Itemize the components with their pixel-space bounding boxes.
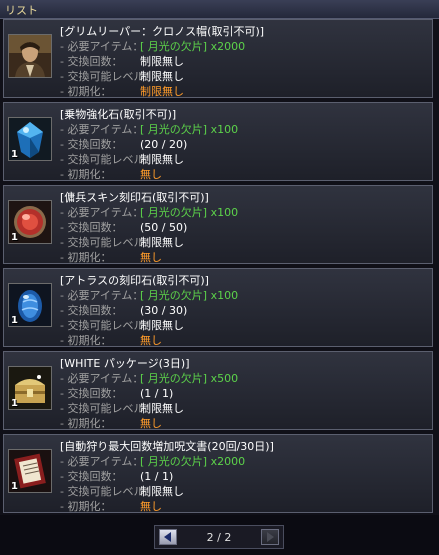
list-item[interactable]: 1 [アトラスの刻印石(取引不可)] - 必要アイテム：[ 月光の欠片] x10…	[3, 268, 433, 347]
required-label: - 必要アイテム：	[60, 40, 144, 53]
portrait-icon[interactable]	[8, 34, 52, 78]
required-label: - 必要アイテム：	[60, 289, 144, 302]
init-value: 制限無し	[140, 85, 184, 98]
count-label: - 交換回数：	[60, 387, 123, 400]
required-value: [ 月光の欠片] x100	[140, 123, 239, 136]
init-value: 無し	[140, 251, 162, 264]
level-value: 制限無し	[140, 402, 184, 415]
arrow-right-icon	[267, 532, 274, 542]
arrow-left-icon	[164, 532, 171, 542]
init-label: - 初期化：	[60, 417, 112, 430]
list-title: リスト	[5, 4, 38, 17]
count-value: (1 / 1)	[140, 470, 174, 483]
count-value: (1 / 1)	[140, 387, 174, 400]
level-label: - 交換可能レベル：	[60, 153, 156, 166]
init-value: 無し	[140, 334, 162, 347]
scroll-book-icon[interactable]: 1	[8, 449, 52, 493]
init-label: - 初期化：	[60, 168, 112, 181]
required-label: - 必要アイテム：	[60, 206, 144, 219]
required-label: - 必要アイテム：	[60, 372, 144, 385]
count-label: - 交換回数：	[60, 55, 123, 68]
list-item[interactable]: 1 [WHITE パッケージ(3日)] - 必要アイテム：[ 月光の欠片] x5…	[3, 351, 433, 430]
item-quantity: 1	[11, 481, 18, 492]
count-value: (50 / 50)	[140, 221, 188, 234]
item-quantity: 1	[11, 398, 18, 409]
pagination: 2 / 2	[154, 525, 284, 549]
init-value: 無し	[140, 500, 162, 513]
init-label: - 初期化：	[60, 500, 112, 513]
required-label: - 必要アイテム：	[60, 123, 144, 136]
count-value: (30 / 30)	[140, 304, 188, 317]
treasure-chest-icon[interactable]: 1	[8, 366, 52, 410]
list-item[interactable]: 1 [乗物強化石(取引不可)] - 必要アイテム：[ 月光の欠片] x100 -…	[3, 102, 433, 181]
level-label: - 交換可能レベル：	[60, 236, 156, 249]
init-value: 無し	[140, 168, 162, 181]
level-label: - 交換可能レベル：	[60, 319, 156, 332]
required-value: [ 月光の欠片] x2000	[140, 455, 246, 468]
list-item[interactable]: 1 [自動狩り最大回数増加呪文書(20回/30日)] - 必要アイテム：[ 月光…	[3, 434, 433, 513]
item-name: [傭兵スキン刻印石(取引不可)]	[60, 191, 209, 204]
list-item[interactable]: [グリムリーパー：クロノス帽(取引不可)] - 必要アイテム：[ 月光の欠片] …	[3, 19, 433, 98]
prev-page-button[interactable]	[159, 529, 177, 545]
red-stone-icon[interactable]: 1	[8, 200, 52, 244]
init-value: 無し	[140, 417, 162, 430]
level-value: 制限無し	[140, 319, 184, 332]
init-label: - 初期化：	[60, 85, 112, 98]
count-label: - 交換回数：	[60, 470, 123, 483]
required-label: - 必要アイテム：	[60, 455, 144, 468]
item-name: [乗物強化石(取引不可)]	[60, 108, 177, 121]
level-label: - 交換可能レベル：	[60, 402, 156, 415]
count-label: - 交換回数：	[60, 304, 123, 317]
level-value: 制限無し	[140, 485, 184, 498]
item-name: [アトラスの刻印石(取引不可)]	[60, 274, 209, 287]
init-label: - 初期化：	[60, 334, 112, 347]
item-quantity: 1	[11, 232, 18, 243]
item-name: [WHITE パッケージ(3日)]	[60, 357, 190, 370]
item-quantity: 1	[11, 315, 18, 326]
level-value: 制限無し	[140, 236, 184, 249]
next-page-button[interactable]	[261, 529, 279, 545]
item-quantity: 1	[11, 149, 18, 160]
count-value: (20 / 20)	[140, 138, 188, 151]
required-value: [ 月光の欠片] x100	[140, 289, 239, 302]
required-value: [ 月光の欠片] x2000	[140, 40, 246, 53]
count-label: - 交換回数：	[60, 138, 123, 151]
blue-gem-icon[interactable]: 1	[8, 117, 52, 161]
level-label: - 交換可能レベル：	[60, 70, 156, 83]
list-header: リスト	[0, 0, 439, 19]
level-value: 制限無し	[140, 70, 184, 83]
list-item[interactable]: 1 [傭兵スキン刻印石(取引不可)] - 必要アイテム：[ 月光の欠片] x10…	[3, 185, 433, 264]
count-label: - 交換回数：	[60, 221, 123, 234]
init-label: - 初期化：	[60, 251, 112, 264]
required-value: [ 月光の欠片] x100	[140, 206, 239, 219]
blue-egg-icon[interactable]: 1	[8, 283, 52, 327]
item-name: [グリムリーパー：クロノス帽(取引不可)]	[60, 25, 265, 38]
count-value: 制限無し	[140, 55, 184, 68]
page-indicator: 2 / 2	[206, 531, 232, 544]
level-value: 制限無し	[140, 153, 184, 166]
required-value: [ 月光の欠片] x500	[140, 372, 239, 385]
exchange-list[interactable]: [グリムリーパー：クロノス帽(取引不可)] - 必要アイテム：[ 月光の欠片] …	[0, 19, 439, 515]
level-label: - 交換可能レベル：	[60, 485, 156, 498]
item-name: [自動狩り最大回数増加呪文書(20回/30日)]	[60, 440, 274, 453]
